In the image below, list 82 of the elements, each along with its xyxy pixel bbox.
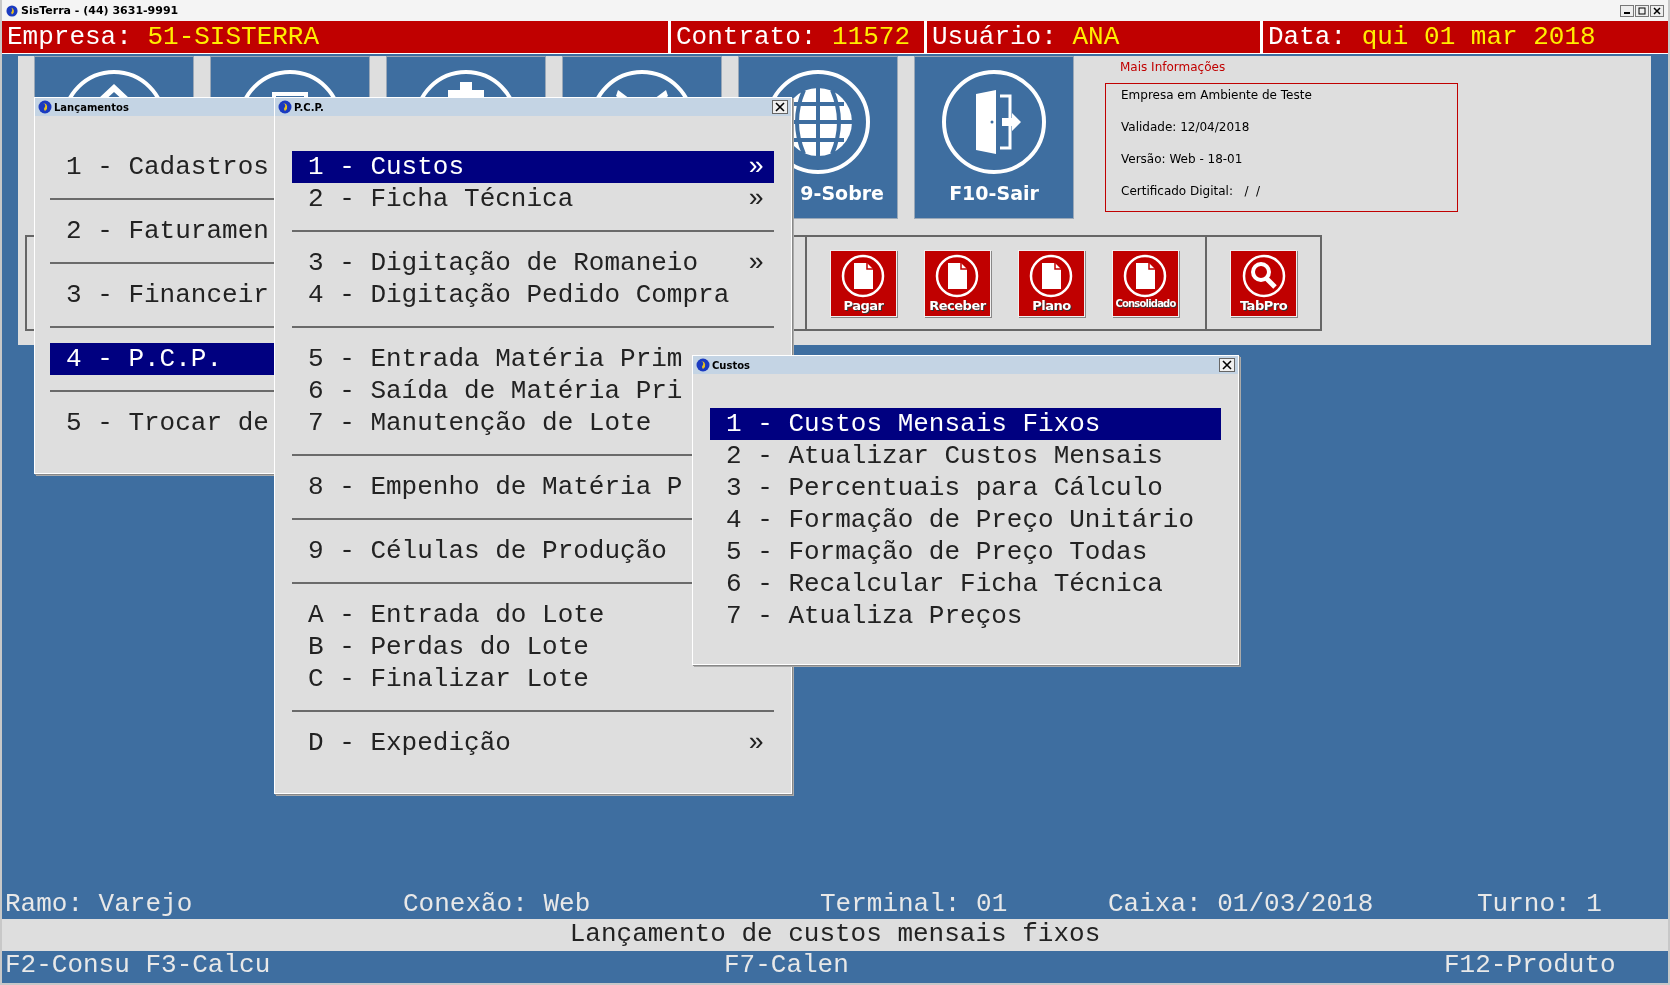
menu-item-label: 3 - Financeir	[66, 280, 269, 310]
header-field: Data: qui 01 mar 2018	[1263, 21, 1668, 53]
menu-item-label: 5 - Formação de Preço Todas	[726, 537, 1148, 567]
menu-item[interactable]: 3 - Financeir	[50, 279, 275, 311]
function-key-hint: F12-Produto	[1444, 951, 1617, 982]
function-key-hint: F2-Consu F3-Calcu	[5, 951, 272, 982]
door-icon	[940, 68, 1048, 176]
menu-item[interactable]: 1 - Cadastros	[50, 151, 275, 183]
menu-item-label: 1 - Cadastros	[66, 152, 269, 182]
header-field: Contrato: 11572	[671, 21, 924, 53]
menu-item-label: 6 - Recalcular Ficha Técnica	[726, 569, 1163, 599]
globe-icon	[696, 358, 710, 372]
close-button[interactable]	[1219, 358, 1235, 372]
status-text: Turno: 1	[1477, 890, 1603, 919]
report-button[interactable]: Pagar	[829, 249, 897, 317]
menu-item[interactable]: 2 - Faturamen	[50, 215, 275, 247]
close-button[interactable]	[772, 100, 788, 114]
info-line: Validade: 12/04/2018	[1121, 119, 1251, 136]
menu-item[interactable]: 7 - Atualiza Preços	[710, 600, 1221, 632]
menu-item-label: 2 - Ficha Técnica	[308, 184, 574, 214]
menu-item[interactable]: 4 - P.C.P.	[50, 343, 275, 375]
tile-label: 9-Sobre	[800, 182, 884, 204]
report-button[interactable]: Receber	[923, 249, 991, 317]
menu-item-label: C - Finalizar Lote	[308, 664, 589, 694]
menu-item[interactable]: 2 - Atualizar Custos Mensais	[710, 440, 1221, 472]
status-text: Terminal: 01	[820, 890, 1009, 919]
menu-item-label: 4 - P.C.P.	[66, 344, 223, 374]
menu-item[interactable]: 4 - Digitação Pedido Compra	[292, 279, 774, 311]
info-line: Versão: Web - 18-01	[1121, 151, 1244, 168]
report-button[interactable]: Consolidado	[1111, 249, 1179, 317]
menu-item-label: B - Perdas do Lote	[308, 632, 589, 662]
info-line: Certificado Digital: / /	[1121, 183, 1262, 200]
menu-item-label: 7 - Atualiza Preços	[726, 601, 1023, 631]
window-title: SisTerra - (44) 3631-9991	[21, 4, 179, 17]
menu-item-label: 1 - Custos	[308, 152, 465, 182]
menu-item[interactable]: 3 - Percentuais para Cálculo	[710, 472, 1221, 504]
menu-item[interactable]: 3 - Digitação de Romaneio »	[292, 247, 774, 279]
info-title: Mais Informações	[1120, 60, 1227, 74]
menu-item[interactable]: 1 - Custos Mensais Fixos	[710, 408, 1221, 440]
header-field: Empresa: 51-SISTERRA	[2, 21, 668, 53]
report-button[interactable]: Plano	[1017, 249, 1085, 317]
info-line: Empresa em Ambiente de Teste	[1121, 87, 1313, 104]
search-icon	[1241, 253, 1286, 298]
globe-icon	[278, 100, 292, 114]
window-title: Lançamentos	[54, 101, 129, 113]
status-text: Caixa: 01/03/2018	[1108, 890, 1375, 919]
submenu-arrow: »	[748, 728, 764, 758]
menu-item[interactable]: 5 - Formação de Preço Todas	[710, 536, 1221, 568]
submenu-arrow: »	[748, 248, 764, 278]
window-title: P.C.P.	[294, 101, 324, 113]
menu-item[interactable]: D - Expedição »	[292, 727, 774, 759]
menu-item-label: 2 - Atualizar Custos Mensais	[726, 441, 1163, 471]
menu-item-label: 3 - Percentuais para Cálculo	[726, 473, 1163, 503]
function-key-hint: F7-Calen	[724, 951, 850, 982]
close-icon	[1222, 360, 1232, 370]
menu-item-label: 5 - Trocar de	[66, 408, 269, 438]
minimize-icon[interactable]	[1620, 4, 1634, 17]
menu-item[interactable]: 5 - Trocar de	[50, 407, 275, 439]
submenu-arrow: »	[748, 184, 764, 214]
shortcut-tile[interactable]: F10-Sair	[914, 56, 1074, 219]
window-title: Custos	[712, 359, 750, 371]
menu-item-label: D - Expedição	[308, 728, 511, 758]
header-field: Usuário: ANA	[927, 21, 1260, 53]
status-message: Lançamento de custos mensais fixos	[569, 919, 1101, 949]
menu-item-label: 4 - Digitação Pedido Compra	[308, 280, 730, 310]
status-text: Ramo: Varejo	[5, 890, 194, 919]
menu-item[interactable]: 1 - Custos »	[292, 151, 774, 183]
menu-item[interactable]: 6 - Recalcular Ficha Técnica	[710, 568, 1221, 600]
close-icon	[775, 102, 785, 112]
close-icon[interactable]	[1650, 4, 1664, 17]
status-text: Conexão: Web	[403, 890, 592, 919]
globe-icon	[6, 4, 18, 17]
tile-label: F10-Sair	[949, 182, 1039, 204]
submenu-arrow: »	[748, 152, 764, 182]
search-button[interactable]: TabPro	[1230, 249, 1297, 317]
menu-item[interactable]: C - Finalizar Lote	[292, 663, 774, 695]
menu-item-label: 3 - Digitação de Romaneio	[308, 248, 699, 278]
maximize-icon[interactable]	[1635, 4, 1649, 17]
menu-item-label: 1 - Custos Mensais Fixos	[726, 409, 1101, 439]
globe-icon	[38, 100, 52, 114]
menu-item-label: 6 - Saída de Matéria Pri	[308, 376, 683, 406]
menu-item-label: 2 - Faturamen	[66, 216, 269, 246]
